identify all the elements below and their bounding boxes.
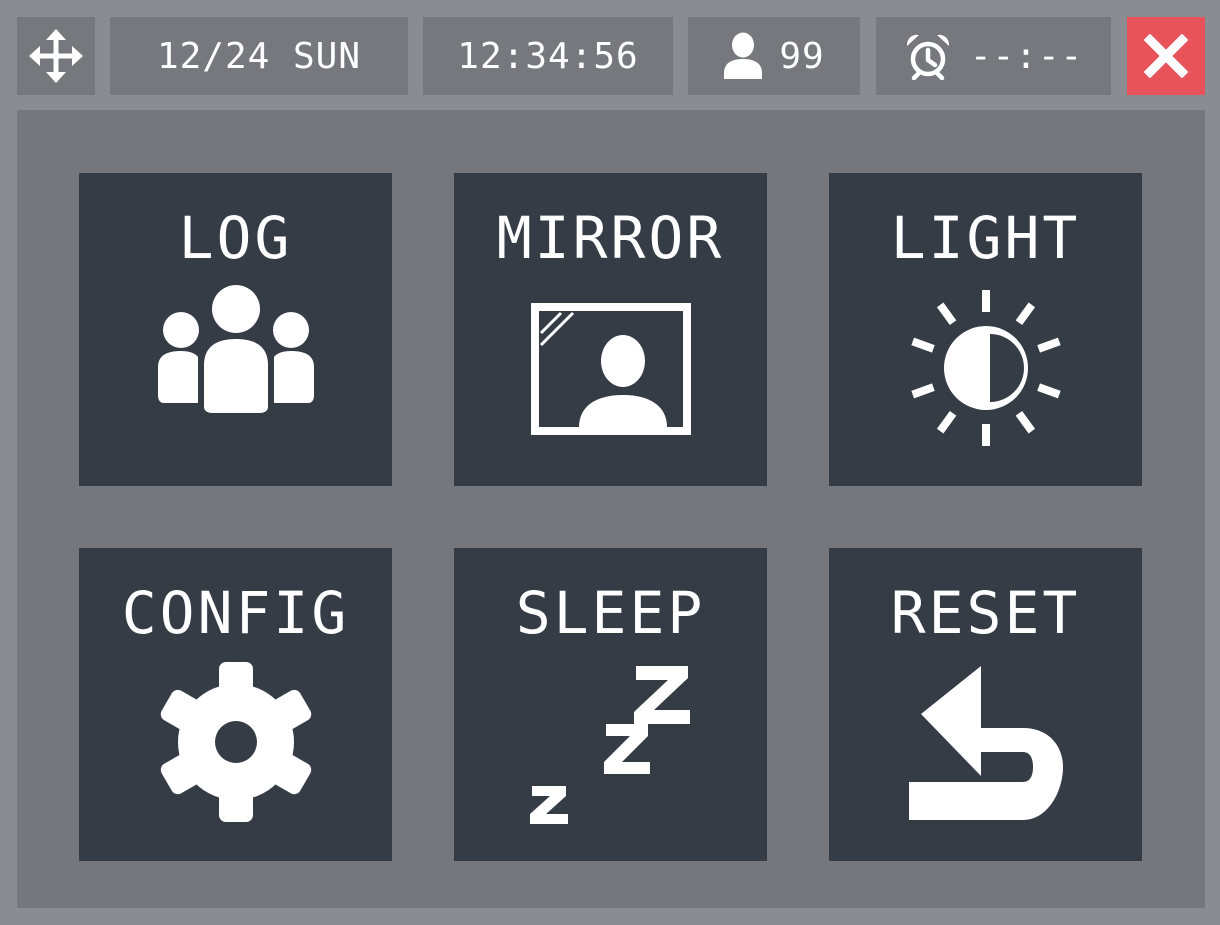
- undo-arrow-icon: [908, 666, 1063, 820]
- alarm-time-text: --:--: [969, 35, 1084, 77]
- user-count-text: 99: [779, 35, 825, 77]
- light-button[interactable]: LIGHT: [829, 173, 1142, 486]
- reset-button[interactable]: RESET: [829, 548, 1142, 861]
- mirror-button[interactable]: MIRROR: [454, 173, 767, 486]
- portrait-frame-icon: [530, 303, 691, 435]
- close-button[interactable]: [1127, 17, 1205, 95]
- move-arrows-icon: [29, 29, 83, 83]
- user-icon: [724, 32, 763, 79]
- config-button[interactable]: CONFIG: [79, 548, 392, 861]
- mirror-label: MIRROR: [496, 204, 725, 272]
- time-text: 12:34:56: [457, 35, 639, 77]
- move-button[interactable]: [17, 17, 95, 95]
- config-label: CONFIG: [121, 579, 350, 647]
- date-display: 12/24 SUN: [110, 17, 408, 95]
- sleep-button[interactable]: SLEEP: [454, 548, 767, 861]
- user-count-display: 99: [688, 17, 860, 95]
- time-display: 12:34:56: [423, 17, 673, 95]
- zzz-icon: [529, 666, 690, 824]
- close-icon: [1144, 34, 1188, 78]
- log-label: LOG: [178, 204, 293, 272]
- alarm-clock-icon: [906, 34, 949, 80]
- sleep-label: SLEEP: [515, 579, 706, 647]
- date-text: 12/24 SUN: [156, 35, 362, 77]
- log-button[interactable]: LOG: [79, 173, 392, 486]
- reset-label: RESET: [890, 579, 1081, 647]
- people-group-icon: [157, 285, 314, 413]
- gear-icon: [160, 662, 311, 822]
- brightness-icon: [910, 290, 1061, 446]
- alarm-display[interactable]: --:--: [876, 17, 1111, 95]
- light-label: LIGHT: [890, 204, 1081, 272]
